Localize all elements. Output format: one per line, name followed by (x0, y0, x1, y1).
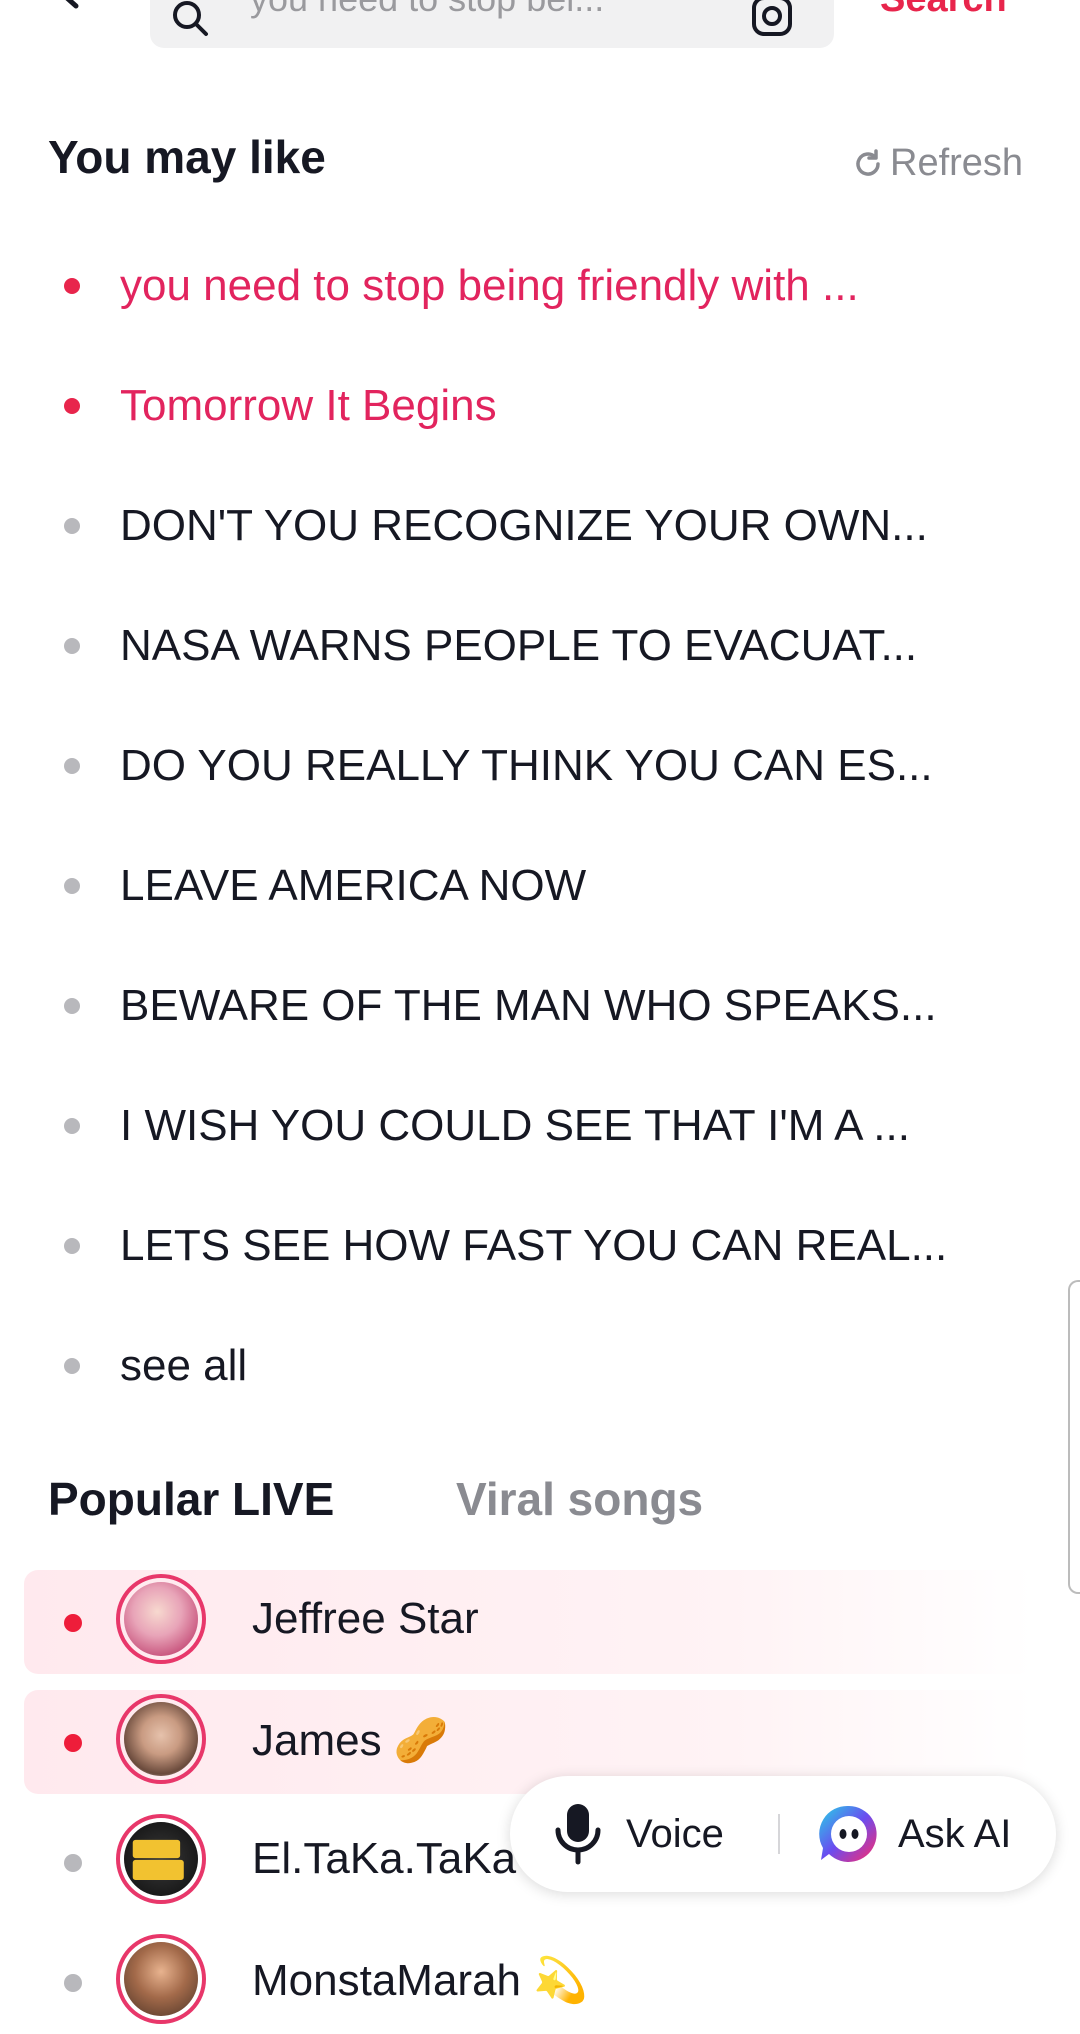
live-name: El.TaKa.TaKa (252, 1834, 517, 1883)
live-row[interactable]: Jeffree Star (24, 1570, 1034, 1674)
divider (778, 1814, 780, 1854)
peanut-emoji: 🥜 (393, 1716, 449, 1765)
bullet-dot (64, 1238, 80, 1254)
search-button[interactable]: Search (880, 0, 1007, 21)
search-query-text: you need to stop bei... (250, 0, 604, 20)
scrollbar-handle[interactable] (1068, 1280, 1080, 1594)
voice-button[interactable]: Voice (550, 1796, 724, 1872)
tab-viral-songs[interactable]: Viral songs (456, 1472, 703, 1526)
image-search-icon[interactable] (750, 0, 794, 38)
live-dot (64, 1734, 82, 1752)
see-all-label: see all (120, 1341, 248, 1390)
you-may-like-title: You may like (48, 131, 326, 183)
suggestion-label: BEWARE OF THE MAN WHO SPEAKS... (120, 981, 937, 1030)
ask-ai-label: Ask AI (898, 1811, 1012, 1856)
suggestion-label: DON'T YOU RECOGNIZE YOUR OWN... (120, 501, 928, 550)
bullet-dot (64, 1118, 80, 1134)
ask-ai-button[interactable]: Ask AI (816, 1796, 1011, 1872)
bullet-dot (64, 1358, 80, 1374)
live-dot (64, 1614, 82, 1632)
see-all-link[interactable]: see all (0, 1306, 1080, 1426)
avatar (116, 1814, 206, 1904)
refresh-icon (856, 148, 880, 176)
refresh-label: Refresh (890, 142, 1024, 184)
bullet-dot (64, 518, 80, 534)
avatar (116, 1934, 206, 2024)
suggestion-item[interactable]: DO YOU REALLY THINK YOU CAN ES... (0, 706, 1080, 826)
bullet-dot (64, 758, 80, 774)
suggestion-label: LEAVE AMERICA NOW (120, 861, 587, 910)
suggestion-label: you need to stop being friendly with ... (120, 261, 859, 310)
suggestion-label: NASA WARNS PEOPLE TO EVACUAT... (120, 621, 918, 670)
suggestion-label: I WISH YOU COULD SEE THAT I'M A ... (120, 1101, 910, 1150)
suggestion-item[interactable]: you need to stop being friendly with ... (0, 226, 1080, 346)
bullet-dot (64, 1974, 82, 1992)
trending-dot (64, 278, 80, 294)
suggestion-item[interactable]: I WISH YOU COULD SEE THAT I'M A ... (0, 1066, 1080, 1186)
live-row[interactable]: MonstaMarah 💫 (24, 1930, 1034, 2034)
live-name: James 🥜 (252, 1714, 449, 1766)
bullet-dot (64, 1854, 82, 1872)
suggestion-label: DO YOU REALLY THINK YOU CAN ES... (120, 741, 933, 790)
voice-ai-bar: Voice Ask AI (510, 1776, 1056, 1892)
live-name: MonstaMarah 💫 (252, 1954, 588, 2006)
live-name-text: MonstaMarah (252, 1956, 522, 2005)
avatar (116, 1574, 206, 1664)
suggestion-item[interactable]: NASA WARNS PEOPLE TO EVACUAT... (0, 586, 1080, 706)
top-bar: you need to stop bei... Search (0, 0, 1080, 60)
microphone-icon (555, 1804, 601, 1865)
section-tabs: Popular LIVE Viral songs (0, 1472, 1080, 1542)
suggestion-item[interactable]: LEAVE AMERICA NOW (0, 826, 1080, 946)
suggestion-label: Tomorrow It Begins (120, 381, 497, 430)
refresh-button[interactable]: Refresh (852, 142, 1023, 185)
suggestion-item[interactable]: Tomorrow It Begins (0, 346, 1080, 466)
tab-popular-live[interactable]: Popular LIVE (48, 1472, 334, 1526)
ai-assistant-icon (819, 1805, 877, 1862)
back-arrow-icon[interactable] (48, 0, 88, 10)
trending-dot (64, 398, 80, 414)
search-icon (173, 1, 208, 36)
suggestion-label: LETS SEE HOW FAST YOU CAN REAL... (120, 1221, 948, 1270)
voice-label: Voice (626, 1811, 724, 1856)
bullet-dot (64, 638, 80, 654)
suggestion-item[interactable]: DON'T YOU RECOGNIZE YOUR OWN... (0, 466, 1080, 586)
live-name-text: James (252, 1716, 382, 1765)
taka-logo-icon (132, 1839, 184, 1880)
avatar (116, 1694, 206, 1784)
search-input[interactable]: you need to stop bei... (150, 0, 834, 48)
suggestion-item[interactable]: LETS SEE HOW FAST YOU CAN REAL... (0, 1186, 1080, 1306)
suggestion-item[interactable]: BEWARE OF THE MAN WHO SPEAKS... (0, 946, 1080, 1066)
live-name: Jeffree Star (252, 1594, 479, 1643)
dizzy-emoji: 💫 (533, 1956, 589, 2005)
bullet-dot (64, 878, 80, 894)
bullet-dot (64, 998, 80, 1014)
